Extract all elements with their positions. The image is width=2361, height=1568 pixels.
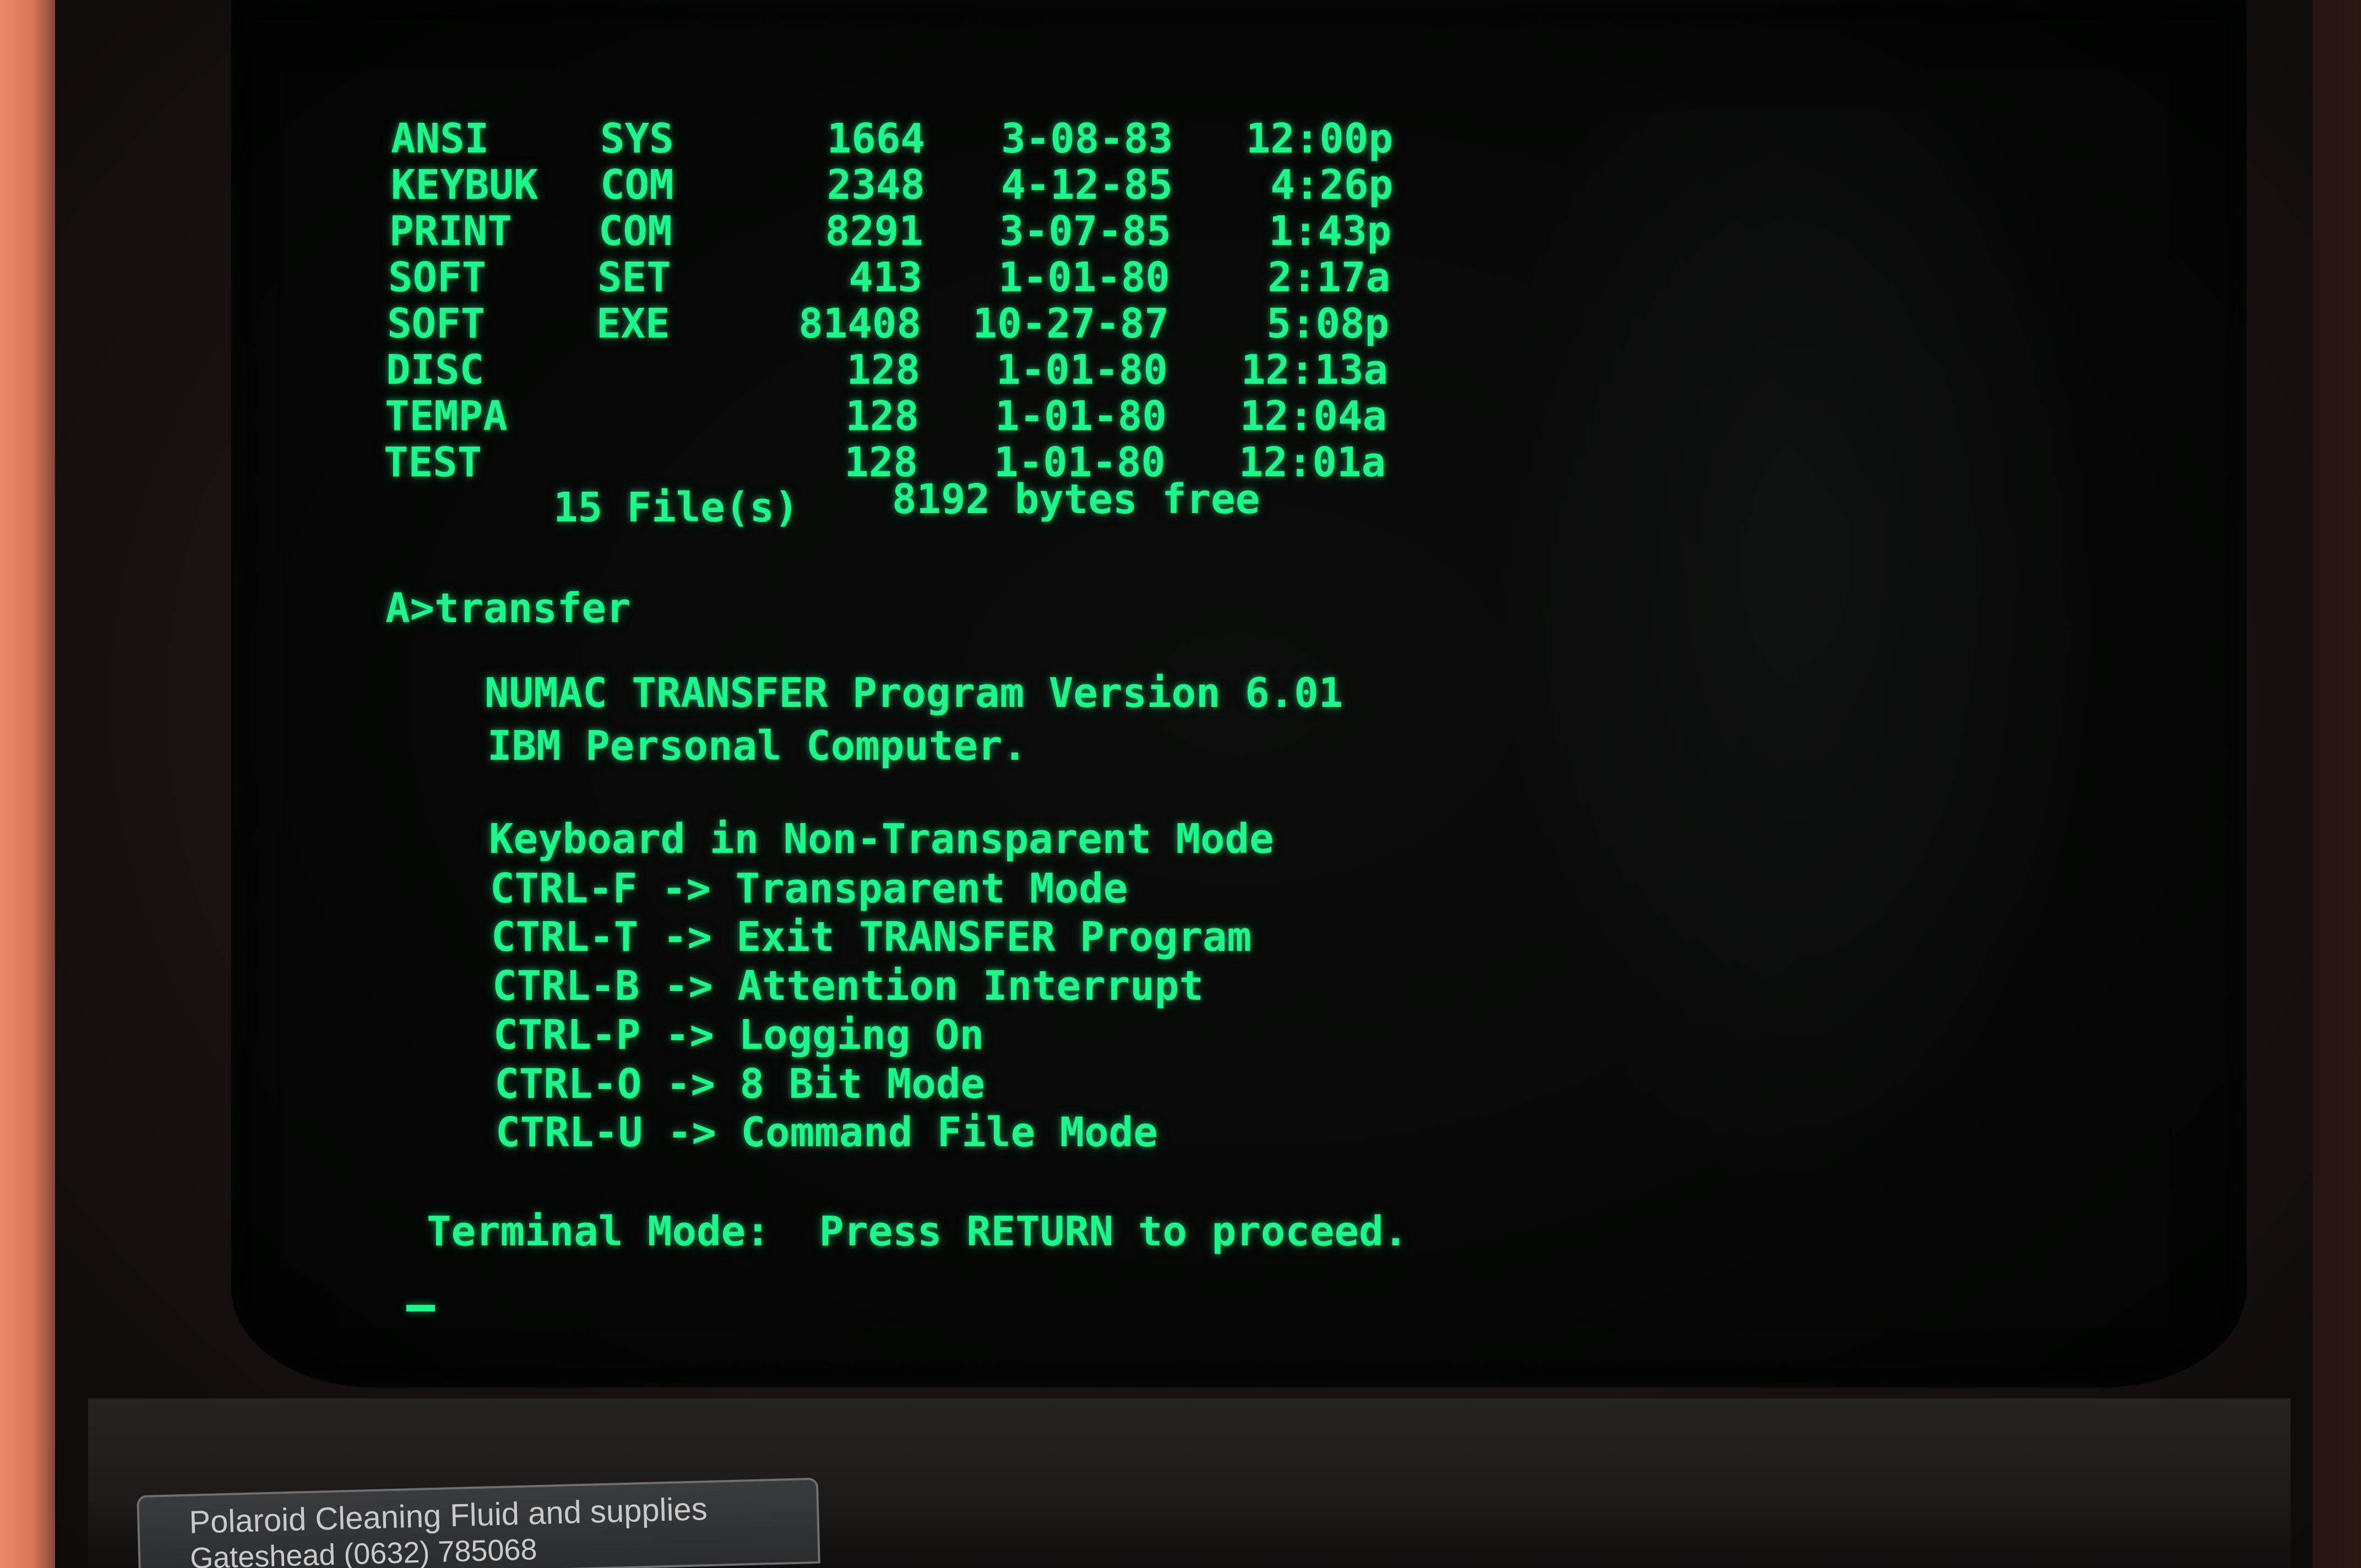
program-platform: IBM Personal Computer. [487,722,1027,770]
file-name: SOFT [387,300,486,347]
file-name: KEYBUK [391,161,538,209]
file-date: 1-01-80 [998,254,1170,301]
file-size: 128 [846,346,920,394]
text-cursor [406,1305,435,1311]
directory-row: ANSI SYS 1664 3-08-83 12:00p [391,115,1393,165]
directory-row: KEYBUK COM 2348 4-12-85 4:26p [391,161,1393,211]
bytes-free: 8192 bytes free [892,476,1260,523]
file-date: 1-01-80 [996,346,1168,394]
command-help-line: CTRL-U -> Command File Mode [496,1109,1158,1156]
file-time: 12:00p [1245,115,1393,162]
file-extension: COM [600,161,674,209]
file-time: 5:08p [1266,300,1389,347]
command-prompt: A>transfer [385,585,631,632]
file-time: 12:13a [1241,346,1388,394]
terminal-output: ANSI SYS 1664 3-08-83 12:00p KEYBUK COM … [231,0,2246,1387]
file-size: 81408 [798,300,921,347]
directory-row: SOFT SET 413 1-01-80 2:17a [388,254,1390,303]
file-time: 12:04a [1239,393,1387,440]
file-time: 1:43p [1269,208,1391,255]
file-size: 1664 [826,115,925,162]
file-size: 413 [848,254,922,301]
directory-row: TEMPA 128 1-01-80 12:04a [385,393,1387,442]
file-extension: SYS [600,115,674,162]
file-count: 15 File(s) [553,484,799,531]
command-help-line: CTRL-O -> 8 Bit Mode [494,1060,986,1108]
file-size: 2348 [826,161,925,209]
directory-row: PRINT COM 8291 3-07-85 1:43p [389,208,1391,257]
file-size: 8291 [825,208,923,255]
file-name: SOFT [388,254,487,301]
directory-row: DISC 128 1-01-80 12:13a [386,346,1388,396]
directory-listing: ANSI SYS 1664 3-08-83 12:00p KEYBUK COM … [384,115,1437,515]
file-name: PRINT [389,208,512,255]
file-extension: EXE [596,300,670,347]
command-help-line: CTRL-T -> Exit TRANSFER Program [491,913,1252,961]
file-name: ANSI [391,115,489,162]
file-time: 2:17a [1267,254,1390,301]
file-date: 10-27-87 [972,300,1169,347]
command-help-line: CTRL-P -> Logging On [493,1011,984,1059]
file-size: 128 [844,439,918,486]
file-time: 4:26p [1270,161,1393,209]
file-name: TEMPA [385,393,508,440]
directory-row: SOFT EXE 81408 10-27-87 5:08p [387,300,1389,350]
keyboard-mode: Keyboard in Non-Transparent Mode [489,815,1274,863]
program-title: NUMAC TRANSFER Program Version 6.01 [485,669,1343,717]
command-help-line: CTRL-F -> Transparent Mode [490,865,1128,912]
file-size: 128 [845,393,919,440]
directory-row: TEST 128 1-01-80 12:01a [384,439,1386,488]
file-date: 3-08-83 [1001,115,1173,162]
file-extension: COM [599,208,672,255]
file-extension: SET [597,254,671,301]
crt-screen[interactable]: ANSI SYS 1664 3-08-83 12:00p KEYBUK COM … [231,0,2246,1387]
photo-scene: ANSI SYS 1664 3-08-83 12:00p KEYBUK COM … [0,0,2361,1568]
file-date: 1-01-80 [995,393,1167,440]
file-name: TEST [384,439,482,486]
file-name: DISC [386,346,485,394]
terminal-mode-status: Terminal Mode: Press RETURN to proceed. [427,1208,1408,1255]
file-date: 3-07-85 [999,208,1171,255]
file-date: 4-12-85 [1001,161,1173,209]
command-help-line: CTRL-B -> Attention Interrupt [492,962,1204,1010]
bezel-label-line1: Polaroid Cleaning Fluid and supplies [188,1491,708,1540]
